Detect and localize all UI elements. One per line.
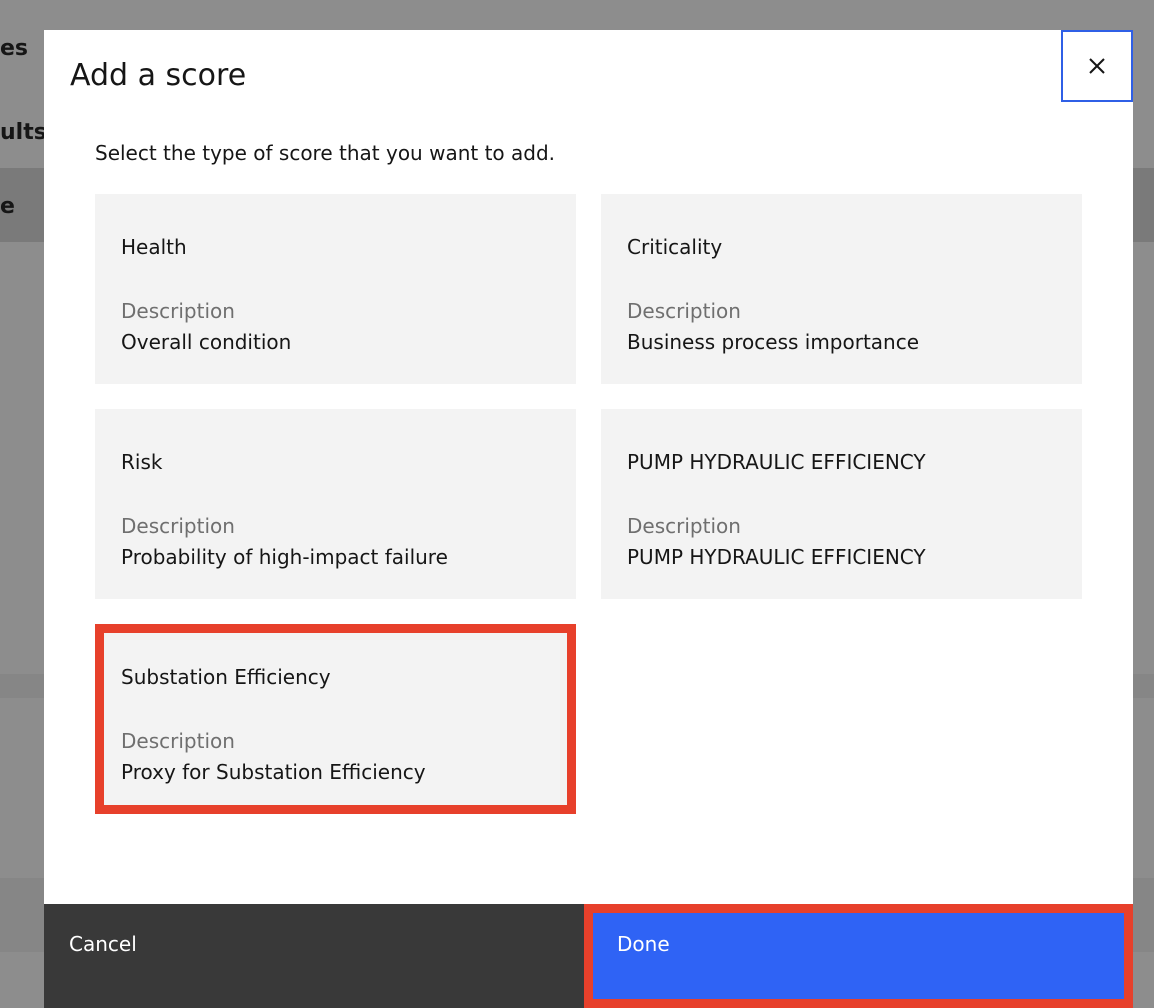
score-tile-criticality[interactable]: Criticality Description Business process… (601, 194, 1082, 384)
modal-title: Add a score (70, 58, 247, 93)
tile-description: Proxy for Substation Efficiency (121, 760, 426, 784)
background-text-fragment: es (0, 36, 29, 61)
tile-description-label: Description (121, 514, 235, 538)
tile-description-label: Description (627, 299, 741, 323)
tile-name: Criticality (627, 235, 723, 259)
tile-name: Risk (121, 450, 163, 474)
tile-description: Probability of high-impact failure (121, 545, 448, 569)
tile-description-label: Description (121, 299, 235, 323)
score-tile-health[interactable]: Health Description Overall condition (95, 194, 576, 384)
modal-instructions: Select the type of score that you want t… (95, 141, 556, 165)
tile-description-label: Description (121, 729, 235, 753)
close-button[interactable] (1061, 30, 1133, 102)
tile-description: Business process importance (627, 330, 920, 354)
done-button[interactable]: Done (584, 904, 1133, 1008)
score-tile-substation-efficiency[interactable]: Substation Efficiency Description Proxy … (95, 624, 576, 814)
score-tile-pump-hydraulic-efficiency[interactable]: PUMP HYDRAULIC EFFICIENCY Description PU… (601, 409, 1082, 599)
tile-description-label: Description (627, 514, 741, 538)
tile-name: Substation Efficiency (121, 665, 331, 689)
tile-name: PUMP HYDRAULIC EFFICIENCY (627, 450, 926, 474)
cancel-button[interactable]: Cancel (44, 904, 584, 1008)
close-icon (1089, 58, 1105, 74)
add-score-modal: Add a score Select the type of score tha… (44, 30, 1133, 1008)
tile-name: Health (121, 235, 187, 259)
tile-description: Overall condition (121, 330, 292, 354)
score-type-tiles: Health Description Overall condition Cri… (95, 194, 1082, 814)
background-text-fragment: e (0, 194, 15, 219)
modal-footer: Cancel Done (44, 904, 1133, 1008)
score-tile-risk[interactable]: Risk Description Probability of high-imp… (95, 409, 576, 599)
tile-description: PUMP HYDRAULIC EFFICIENCY (627, 545, 926, 569)
